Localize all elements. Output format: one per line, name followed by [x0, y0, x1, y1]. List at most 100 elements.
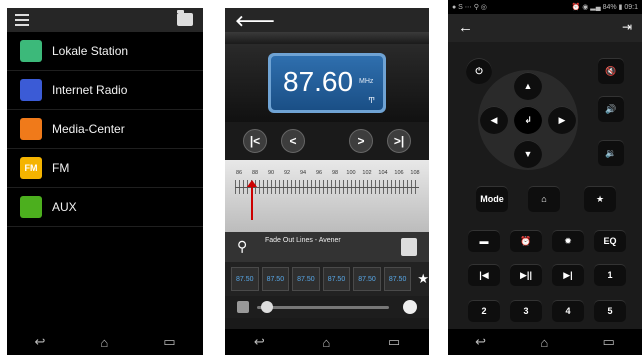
frequency-value: 87.60 [283, 66, 354, 97]
mode-button[interactable]: Mode [476, 186, 508, 212]
top-bar [7, 8, 203, 32]
tuning-needle[interactable] [247, 180, 257, 220]
eq-button[interactable]: EQ [594, 230, 626, 252]
menu-item-label: Media-Center [52, 122, 125, 136]
home-nav-icon[interactable]: ⌂ [100, 335, 108, 350]
up-button[interactable]: ▲ [514, 72, 542, 100]
frequency-unit: MHz [359, 78, 374, 85]
alarm-button[interactable]: ⏰ [510, 230, 542, 252]
seek-previous-button[interactable]: < [281, 129, 305, 153]
seek-next-button[interactable]: > [349, 129, 373, 153]
recent-apps-icon[interactable]: ▭ [163, 334, 175, 350]
sleep-button[interactable]: ▬ [468, 230, 500, 252]
left-button[interactable]: ◀ [480, 106, 508, 134]
add-favorite-note-icon[interactable] [401, 238, 417, 256]
mute-button[interactable]: 🔇 [598, 58, 624, 84]
frequency-display: 87.60 MHz Ͳ [268, 53, 386, 113]
scale-tick-label: 102 [362, 170, 372, 176]
scale-tick-label: 94 [299, 170, 307, 176]
menu-item-label: Lokale Station [52, 44, 129, 58]
song-title: Fade Out Lines - Avener [265, 237, 341, 244]
folder-music-icon[interactable] [177, 10, 193, 26]
tuning-controls: |< < > >| [225, 122, 429, 160]
menu-item[interactable]: FM FM [7, 149, 203, 188]
number-3-button[interactable]: 3 [510, 300, 542, 322]
volume-bar [225, 296, 429, 318]
battery-level: 84% [602, 4, 617, 11]
back-nav-icon[interactable]: ↩ [254, 334, 265, 350]
right-button[interactable]: ▶ [548, 106, 576, 134]
preset-button[interactable]: 87.50 [353, 267, 381, 291]
scale-tick-label: 100 [346, 170, 356, 176]
remote-screen: ● S ⋯ ⚲ ◎ ⏰ ◉ ▂▄ 84% ▮ 09:1 ← ⇥ ⏻ 🔇 ▲ ◀ … [448, 0, 642, 355]
android-nav-bar: ↩ ⌂ ▭ [7, 329, 203, 355]
number-1-button[interactable]: 1 [594, 264, 626, 286]
volume-slider[interactable] [257, 306, 389, 309]
preset-button[interactable]: 87.50 [322, 267, 351, 291]
add-preset-star-icon[interactable]: ★ [417, 271, 429, 287]
top-bar: 🡐 [225, 8, 429, 32]
brightness-button[interactable]: ✹ [552, 230, 584, 252]
android-nav-bar: ↩ ⌂ ▭ [448, 329, 642, 355]
now-playing-bar: ⚲ Fade Out Lines - Avener [225, 232, 429, 262]
volume-down-button[interactable]: 🔉 [598, 140, 624, 166]
power-button[interactable]: ⏻ [466, 58, 492, 84]
android-nav-bar: ↩ ⌂ ▭ [225, 329, 429, 355]
skip-next-button[interactable]: >| [387, 129, 411, 153]
back-arrow-icon[interactable]: 🡐 [235, 11, 275, 30]
surround-icon[interactable] [403, 300, 417, 314]
mute-icon[interactable] [237, 301, 249, 313]
menu-item[interactable]: Internet Radio [7, 71, 203, 110]
menu-item[interactable]: Media-Center [7, 110, 203, 149]
scale-tick-label: 92 [283, 170, 291, 176]
play-pause-button[interactable]: ▶|| [510, 264, 542, 286]
scale-tick-label: 106 [394, 170, 404, 176]
scale-tick-label: 98 [331, 170, 339, 176]
number-5-button[interactable]: 5 [594, 300, 626, 322]
home-button[interactable]: ⌂ [528, 186, 560, 212]
number-4-button[interactable]: 4 [552, 300, 584, 322]
top-bar: ← ⇥ [448, 14, 642, 42]
scale-tick-label: 86 [235, 170, 243, 176]
menu-item-label: Internet Radio [52, 83, 128, 97]
hamburger-menu-icon[interactable] [15, 14, 29, 26]
status-bar: ● S ⋯ ⚲ ◎ ⏰ ◉ ▂▄ 84% ▮ 09:1 [448, 0, 642, 14]
aux-icon [20, 196, 42, 218]
number-2-button[interactable]: 2 [468, 300, 500, 322]
volume-slider-knob[interactable] [261, 301, 273, 313]
source-menu: Lokale Station Internet Radio Media-Center… [7, 32, 203, 227]
skip-previous-button[interactable]: |< [243, 129, 267, 153]
antenna-icon: Ͳ [368, 96, 375, 105]
previous-track-button[interactable]: |◀ [468, 264, 500, 286]
enter-button[interactable]: ↲ [514, 106, 542, 134]
back-arrow-icon[interactable]: ← [458, 19, 473, 36]
back-nav-icon[interactable]: ↩ [475, 334, 486, 350]
search-icon[interactable]: ⚲ [237, 238, 247, 255]
volume-up-button[interactable]: 🔊 [598, 96, 624, 122]
frequency-scale[interactable]: 86 88 90 92 94 96 98 100 102 104 106 108 [225, 160, 429, 232]
home-nav-icon[interactable]: ⌂ [540, 335, 548, 350]
back-nav-icon[interactable]: ↩ [34, 334, 45, 350]
preset-button[interactable]: 87.50 [292, 267, 320, 291]
preset-button[interactable]: 87.50 [261, 267, 290, 291]
menu-item[interactable]: AUX [7, 188, 203, 227]
recent-apps-icon[interactable]: ▭ [603, 334, 615, 350]
favorite-star-button[interactable]: ★ [584, 186, 616, 212]
preset-button[interactable]: 87.50 [383, 267, 412, 291]
preset-button[interactable]: 87.50 [231, 267, 259, 291]
exit-icon[interactable]: ⇥ [622, 20, 632, 34]
scale-tick-label: 90 [267, 170, 275, 176]
scale-tick-label: 96 [315, 170, 323, 176]
scale-tick-label: 108 [410, 170, 420, 176]
down-button[interactable]: ▼ [514, 140, 542, 168]
recent-apps-icon[interactable]: ▭ [388, 334, 400, 350]
home-nav-icon[interactable]: ⌂ [322, 335, 330, 350]
status-time: 09:1 [624, 4, 638, 11]
menu-screen: Lokale Station Internet Radio Media-Center… [7, 8, 203, 355]
menu-item[interactable]: Lokale Station [7, 32, 203, 71]
menu-item-label: FM [52, 161, 70, 175]
scale-tick-label: 88 [251, 170, 259, 176]
fm-screen: 🡐 87.60 MHz Ͳ |< < > >| 86 88 90 92 94 96 98 10… [225, 8, 429, 355]
radio-icon [20, 79, 42, 101]
next-track-button[interactable]: ▶| [552, 264, 584, 286]
